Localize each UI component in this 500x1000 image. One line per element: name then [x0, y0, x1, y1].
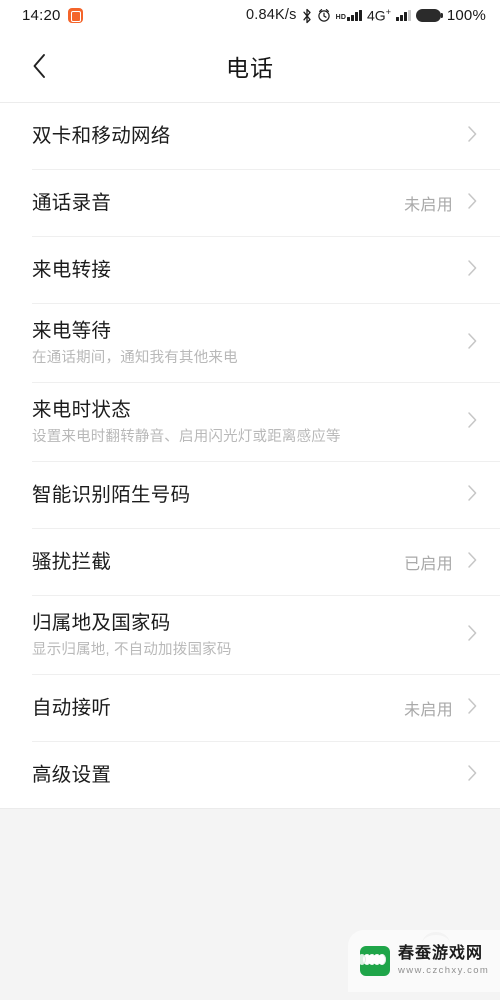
- settings-row-text: 通话录音: [32, 190, 404, 216]
- chevron-right-icon: [467, 624, 478, 647]
- settings-row[interactable]: 归属地及国家码显示归属地, 不自动加拨国家码: [0, 596, 500, 674]
- settings-row[interactable]: 高级设置: [0, 742, 500, 808]
- watermark-text: 春蚕游戏网 www.czchxy.com: [398, 946, 489, 976]
- settings-row-title: 通话录音: [32, 191, 112, 214]
- status-bar-left: 14:20: [22, 7, 83, 24]
- settings-list-bottom-divider: [0, 808, 500, 809]
- watermark-site-name: 春蚕游戏网: [398, 945, 484, 963]
- settings-row-title: 骚扰拦截: [32, 550, 112, 573]
- settings-row-title: 高级设置: [32, 763, 112, 786]
- hd-badge-label: HD: [335, 14, 347, 21]
- settings-row[interactable]: 智能识别陌生号码: [0, 462, 500, 528]
- chevron-left-icon: [32, 53, 46, 79]
- watermark-arc-decoration: [422, 932, 450, 944]
- chevron-right-icon: [467, 551, 478, 574]
- settings-row-trailing: 未启用: [404, 696, 478, 720]
- settings-row-trailing: [467, 484, 478, 507]
- settings-row-text: 双卡和移动网络: [32, 123, 467, 149]
- settings-row[interactable]: 骚扰拦截 已启用: [0, 529, 500, 595]
- back-button[interactable]: [18, 45, 60, 87]
- settings-row-text: 智能识别陌生号码: [32, 482, 467, 508]
- settings-row-trailing: [467, 259, 478, 282]
- settings-row-trailing: [467, 624, 478, 647]
- phone-settings-screen: 14:20 0.84K/s HD 4G+ 100% 电话 双卡和移动网络 通话录…: [0, 0, 500, 1000]
- silkworm-shape: [360, 954, 386, 965]
- hd-signal-icon: HD: [336, 9, 362, 21]
- settings-row-title: 自动接听: [32, 696, 112, 719]
- chevron-right-icon: [467, 764, 478, 787]
- chevron-right-icon: [467, 259, 478, 282]
- settings-row-trailing: 未启用: [404, 191, 478, 215]
- watermark-site-url: www.czchxy.com: [398, 965, 490, 977]
- settings-row-value: 已启用: [404, 556, 453, 573]
- settings-row[interactable]: 来电时状态设置来电时翻转静音、启用闪光灯或距离感应等: [0, 383, 500, 461]
- status-bar-clock: 14:20: [22, 6, 61, 24]
- site-watermark: 春蚕游戏网 www.czchxy.com: [348, 930, 500, 992]
- status-bar-right: 0.84K/s HD 4G+ 100%: [246, 7, 486, 24]
- settings-row-subtitle: 设置来电时翻转静音、启用闪光灯或距离感应等: [32, 429, 341, 446]
- settings-row-trailing: [467, 411, 478, 434]
- chevron-right-icon: [467, 332, 478, 355]
- settings-row-title: 来电等待: [32, 319, 112, 342]
- settings-row-value: 未启用: [404, 197, 453, 214]
- settings-row-value: 未启用: [404, 702, 453, 719]
- settings-row-text: 来电转接: [32, 257, 467, 283]
- signal-bars-sim2: [395, 9, 411, 21]
- battery-percent-label: 100%: [446, 6, 486, 24]
- chevron-right-icon: [467, 192, 478, 215]
- alarm-app-icon: [67, 7, 83, 23]
- settings-row-trailing: [467, 125, 478, 148]
- network-speed-label: 0.84K/s: [246, 7, 297, 23]
- chevron-right-icon: [467, 125, 478, 148]
- settings-row-subtitle: 显示归属地, 不自动加拨国家码: [32, 642, 232, 659]
- settings-row-text: 高级设置: [32, 762, 467, 788]
- settings-row-title: 归属地及国家码: [32, 611, 171, 634]
- settings-row[interactable]: 双卡和移动网络: [0, 103, 500, 169]
- settings-row-text: 自动接听: [32, 695, 404, 721]
- settings-row[interactable]: 来电转接: [0, 237, 500, 303]
- settings-row-title: 来电时状态: [32, 398, 132, 421]
- settings-row-text: 来电等待在通话期间，通知我有其他来电: [32, 318, 467, 368]
- settings-row[interactable]: 来电等待在通话期间，通知我有其他来电: [0, 304, 500, 382]
- settings-row-title: 智能识别陌生号码: [32, 483, 191, 506]
- battery-icon: [415, 8, 444, 22]
- page-title: 电话: [226, 55, 274, 81]
- chevron-right-icon: [467, 411, 478, 434]
- settings-row[interactable]: 自动接听 未启用: [0, 675, 500, 741]
- chevron-right-icon: [467, 484, 478, 507]
- status-bar: 14:20 0.84K/s HD 4G+ 100%: [0, 0, 500, 30]
- settings-row-text: 来电时状态设置来电时翻转静音、启用闪光灯或距离感应等: [32, 397, 467, 447]
- silkworm-logo-icon: [360, 946, 390, 976]
- settings-row-title: 来电转接: [32, 258, 112, 281]
- chevron-right-icon: [467, 697, 478, 720]
- settings-row-text: 归属地及国家码显示归属地, 不自动加拨国家码: [32, 610, 467, 660]
- alarm-clock-icon: [317, 8, 331, 22]
- bluetooth-icon: [302, 8, 312, 23]
- settings-row-trailing: [467, 764, 478, 787]
- settings-list: 双卡和移动网络 通话录音 未启用 来电转接 来电等待 在通话期间，通知我有其他来电 来电时状…: [0, 103, 500, 808]
- app-bar: 电话: [0, 30, 500, 102]
- settings-row-trailing: [467, 332, 478, 355]
- settings-row[interactable]: 通话录音 未启用: [0, 170, 500, 236]
- settings-row-title: 双卡和移动网络: [32, 124, 171, 147]
- network-type-label: 4G+: [367, 6, 391, 24]
- signal-bars-sim1: [347, 9, 362, 21]
- settings-row-trailing: 已启用: [404, 550, 478, 574]
- settings-row-subtitle: 在通话期间，通知我有其他来电: [32, 350, 238, 367]
- settings-row-text: 骚扰拦截: [32, 549, 404, 575]
